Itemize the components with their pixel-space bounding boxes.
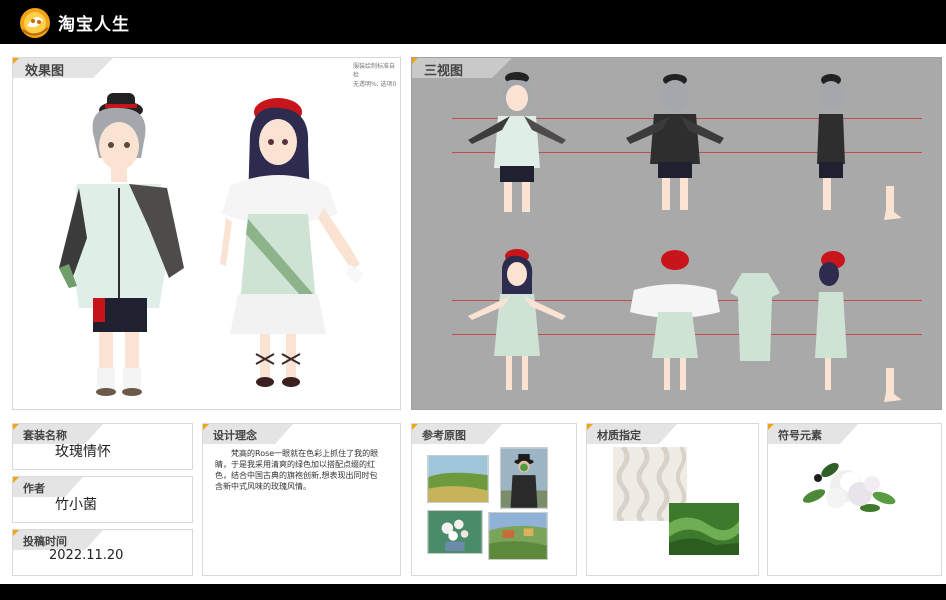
boy-view-side xyxy=(817,74,845,210)
suit-name-value: 玫瑰情怀 xyxy=(55,444,111,460)
reference-painting-landscape[interactable] xyxy=(488,512,548,560)
reference-label: 参考原图 xyxy=(422,429,466,442)
top-bar: 淘宝人生 xyxy=(0,0,946,44)
material-green-satin-swatch[interactable] xyxy=(669,503,739,555)
author-label: 作者 xyxy=(23,482,45,495)
views-title: 三视图 xyxy=(424,64,464,79)
author-panel: 作者 竹小菌 xyxy=(12,476,193,523)
reference-painting-wheatfield[interactable] xyxy=(427,455,489,503)
suit-name-panel: 套装名称 玫瑰情怀 xyxy=(12,423,193,470)
boy-character-front xyxy=(59,93,184,396)
boy-view-front xyxy=(468,72,566,212)
rose-symbol-icon[interactable] xyxy=(800,456,900,518)
concept-label: 设计理念 xyxy=(213,429,257,442)
author-value: 竹小菌 xyxy=(55,497,97,513)
girl-view-front xyxy=(468,249,566,390)
reference-painting-roses[interactable] xyxy=(427,510,483,554)
date-value: 2022.11.20 xyxy=(49,548,124,563)
effect-note: 服装绘制标准自检 无透明%, 选项0 xyxy=(353,62,399,89)
concept-text: 梵高的Rose一眼就在色彩上抓住了我的眼睛，于是我采用清爽的绿色加以搭配点缀的红… xyxy=(215,449,379,491)
design-board: 效果图 服装绘制标准自检 无透明%, 选项0 三视图 套装名称 玫瑰情怀 作者 … xyxy=(0,44,946,584)
boy-view-back xyxy=(626,74,724,210)
effect-panel: 效果图 服装绘制标准自检 无透明%, 选项0 xyxy=(12,57,401,410)
effect-note-line1: 服装绘制标准自检 xyxy=(353,63,396,79)
three-view-panel: 三视图 xyxy=(411,57,942,410)
girl-character-front xyxy=(220,98,364,387)
material-label: 材质指定 xyxy=(597,429,641,442)
date-label: 投稿时间 xyxy=(23,535,67,548)
bottom-bar xyxy=(0,584,946,600)
girl-view-back xyxy=(630,250,720,390)
girl-view-side xyxy=(815,251,847,390)
brand-name: 淘宝人生 xyxy=(58,15,130,35)
reference-painting-man-in-hat[interactable] xyxy=(500,447,548,509)
symbol-panel: 符号元素 xyxy=(767,423,942,576)
taobao-life-logo-icon[interactable] xyxy=(18,6,52,40)
boy-foot-detail xyxy=(884,186,902,220)
material-panel: 材质指定 xyxy=(586,423,759,576)
symbol-label: 符号元素 xyxy=(778,429,822,442)
girl-foot-detail xyxy=(884,368,902,402)
effect-title: 效果图 xyxy=(25,64,65,79)
date-panel: 投稿时间 2022.11.20 xyxy=(12,529,193,576)
effect-note-line2: 无透明%, 选项0 xyxy=(353,81,397,88)
dress-flat-view xyxy=(730,273,780,361)
reference-panel: 参考原图 xyxy=(411,423,577,576)
concept-panel: 设计理念 梵高的Rose一眼就在色彩上抓住了我的眼睛，于是我采用清爽的绿色加以搭… xyxy=(202,423,401,576)
